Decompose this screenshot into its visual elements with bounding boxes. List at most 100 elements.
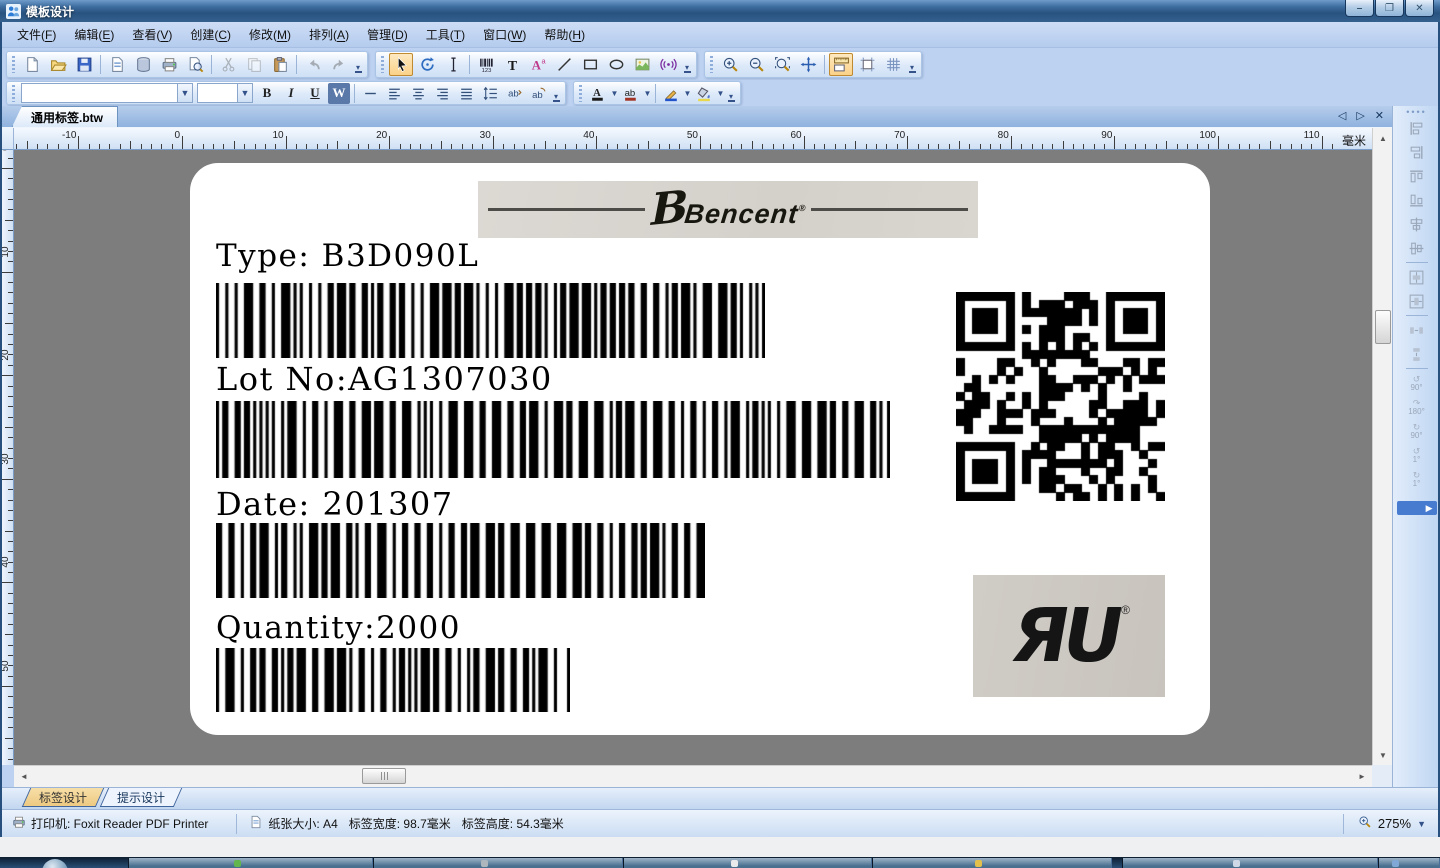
qr-code[interactable] [956, 292, 1165, 501]
label-preview[interactable]: BBencent® ЯU ® Type: B3D090LLot No:AG130… [190, 163, 1210, 735]
new-document-button[interactable] [20, 53, 44, 76]
horizontal-scroll-thumb[interactable] [362, 768, 406, 784]
taskbar-button[interactable] [1122, 858, 1378, 868]
toolbar-drag-handle[interactable] [579, 85, 582, 102]
toolbar-drag-handle[interactable] [381, 56, 384, 73]
redo-button[interactable] [327, 53, 351, 76]
label-field-text[interactable]: Date: 201307 [216, 485, 454, 523]
barcode-tool-button[interactable]: 123 [474, 53, 498, 76]
start-button[interactable] [42, 859, 68, 868]
align-left-edges-button[interactable] [1404, 116, 1430, 140]
toggle-borders-button[interactable] [855, 53, 879, 76]
toolbar-drag-handle[interactable] [710, 56, 713, 73]
rotate-left-90-button[interactable]: ↺90° [1404, 371, 1430, 395]
space-evenly-down-button[interactable] [1404, 342, 1430, 366]
text-highlight-dropdown-icon[interactable]: ▼ [643, 89, 652, 98]
rotate-180-button[interactable]: ↷180° [1404, 395, 1430, 419]
paste-button[interactable] [268, 53, 292, 76]
menu-m[interactable]: 修改(M) [240, 23, 300, 46]
label-field-text[interactable]: Lot No:AG1307030 [216, 360, 553, 398]
toolbar-overflow-button[interactable] [906, 53, 918, 76]
menu-v[interactable]: 查看(V) [123, 23, 181, 46]
barcode[interactable] [216, 401, 890, 478]
char-rotate-button[interactable]: ab [527, 83, 549, 104]
menu-a[interactable]: 排列(A) [300, 23, 358, 46]
rotate-left-1-button[interactable]: ↺1° [1404, 443, 1430, 467]
toolbar-overflow-button[interactable] [550, 82, 562, 105]
print-button[interactable] [157, 53, 181, 76]
database-setup-button[interactable] [131, 53, 155, 76]
strike-w-button[interactable]: W [328, 83, 350, 104]
print-preview-button[interactable] [183, 53, 207, 76]
tab-prev-icon[interactable]: ◁ [1338, 109, 1346, 122]
rotate-right-90-button[interactable]: ↻90° [1404, 419, 1430, 443]
taskbar-button[interactable] [373, 858, 623, 868]
undo-button[interactable] [301, 53, 325, 76]
vertical-scroll-thumb[interactable] [1375, 310, 1391, 344]
zoom-out-button[interactable] [744, 53, 768, 76]
line-color-button[interactable] [660, 83, 682, 104]
align-top-edges-button[interactable] [1404, 164, 1430, 188]
rectangle-tool-button[interactable] [578, 53, 602, 76]
text-tool-button[interactable]: T [500, 53, 524, 76]
close-button[interactable]: ✕ [1405, 0, 1434, 17]
char-spacing-button[interactable]: ab [503, 83, 525, 104]
view-tab-label-design[interactable]: 标签设计 [22, 788, 104, 807]
document-tab[interactable]: 通用标签.btw [12, 106, 118, 127]
align-left-button[interactable] [383, 83, 405, 104]
menu-t[interactable]: 工具(T) [417, 23, 474, 46]
fill-color-dropdown-icon[interactable]: ▼ [716, 89, 725, 98]
underline-button[interactable]: U [304, 83, 326, 104]
align-bottom-edges-button[interactable] [1404, 188, 1430, 212]
barcode[interactable] [216, 283, 765, 358]
align-justify-button[interactable] [455, 83, 477, 104]
toolbar-drag-handle[interactable] [12, 85, 15, 102]
taskbar-button[interactable] [1378, 858, 1440, 868]
menu-e[interactable]: 编辑(E) [65, 23, 123, 46]
rich-text-tool-button[interactable]: Aa [526, 53, 550, 76]
menu-w[interactable]: 窗口(W) [474, 23, 535, 46]
barcode[interactable] [216, 523, 705, 598]
text-highlight-button[interactable]: ab [620, 83, 642, 104]
font-family-combo[interactable]: ▼ [21, 83, 193, 103]
taskbar-button[interactable] [872, 858, 1112, 868]
toolbar-overflow-button[interactable] [725, 82, 737, 105]
menu-d[interactable]: 管理(D) [358, 23, 417, 46]
text-cursor-button[interactable] [441, 53, 465, 76]
horizontal-scrollbar[interactable]: ◄ ► [14, 765, 1372, 787]
zoom-region-button[interactable] [770, 53, 794, 76]
tab-close-icon[interactable]: ✕ [1375, 109, 1384, 122]
menu-f[interactable]: 文件(F) [8, 23, 65, 46]
horizontal-line-button[interactable] [359, 83, 381, 104]
image-tool-button[interactable] [630, 53, 654, 76]
scroll-left-icon[interactable]: ◄ [15, 767, 33, 785]
barcode[interactable] [216, 648, 570, 712]
toggle-grid-button[interactable] [881, 53, 905, 76]
line-tool-button[interactable] [552, 53, 576, 76]
zoom-dropdown-icon[interactable]: ▼ [1417, 819, 1426, 829]
toolbar-overflow-button[interactable] [352, 53, 364, 76]
fill-color-button[interactable] [693, 83, 715, 104]
line-color-dropdown-icon[interactable]: ▼ [683, 89, 692, 98]
align-right-edges-button[interactable] [1404, 140, 1430, 164]
cut-button[interactable] [216, 53, 240, 76]
font-color-button[interactable]: A [587, 83, 609, 104]
center-horizontally-in-label-button[interactable] [1404, 265, 1430, 289]
toolbar-overflow-button[interactable] [681, 53, 693, 76]
rotate-right-1-button[interactable]: ↻1° [1404, 467, 1430, 491]
align-right-button[interactable] [431, 83, 453, 104]
save-file-button[interactable] [72, 53, 96, 76]
select-pointer-button[interactable] [389, 53, 413, 76]
label-field-text[interactable]: Quantity:2000 [216, 610, 461, 646]
vertical-scrollbar[interactable]: ▲ ▼ [1372, 128, 1392, 765]
zoom-icon[interactable] [1358, 815, 1372, 832]
design-canvas[interactable]: BBencent® ЯU ® Type: B3D090LLot No:AG130… [14, 150, 1372, 765]
rfid-tool-button[interactable] [656, 53, 680, 76]
align-horizontal-centers-button[interactable] [1404, 236, 1430, 260]
zoom-in-button[interactable] [718, 53, 742, 76]
toolbar-drag-handle[interactable]: •••• [1406, 108, 1427, 116]
toggle-ruler-button[interactable] [829, 53, 853, 76]
taskbar-button[interactable] [128, 858, 373, 868]
page-setup-button[interactable] [105, 53, 129, 76]
brand-logo-image[interactable]: BBencent® [478, 181, 978, 238]
